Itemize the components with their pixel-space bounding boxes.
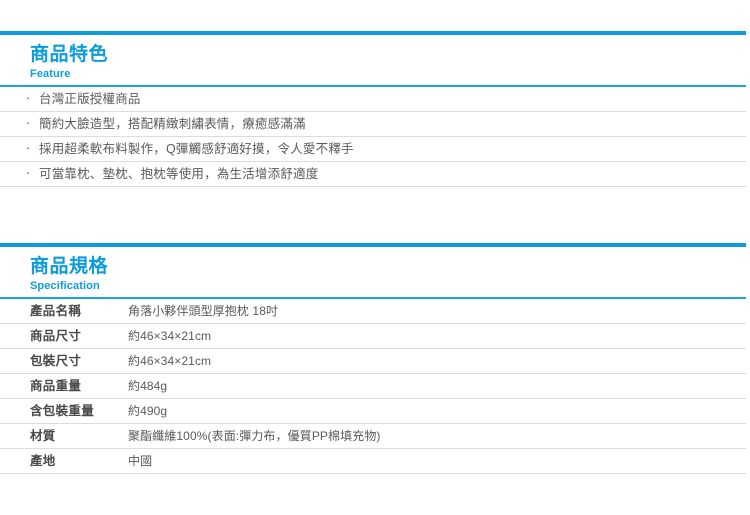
feature-section: 商品特色 Feature ‧ 台灣正版授權商品 ‧ 簡約大臉造型，搭配精緻刺繡表…: [0, 31, 750, 187]
list-item: ‧ 台灣正版授權商品: [0, 87, 746, 112]
feature-title-english: Feature: [30, 68, 71, 80]
list-item: ‧ 採用超柔軟布料製作，Q彈觸感舒適好摸，令人愛不釋手: [0, 137, 746, 162]
spec-value: 約490g: [128, 404, 168, 418]
spec-label: 產地: [30, 453, 56, 468]
list-item: ‧ 可當靠枕、墊枕、抱枕等使用，為生活增添舒適度: [0, 162, 746, 187]
table-row: 產地 中國: [0, 449, 746, 474]
feature-title-chinese: 商品特色: [30, 44, 109, 65]
feature-text: 簡約大臉造型，搭配精緻刺繡表情，療癒感滿滿: [39, 116, 306, 131]
table-row: 含包裝重量 約490g: [0, 399, 746, 424]
specification-section: 商品規格 Specification 產品名稱 角落小夥伴頭型厚抱枕 18吋 商…: [0, 243, 750, 474]
table-row: 產品名稱 角落小夥伴頭型厚抱枕 18吋: [0, 299, 746, 324]
spec-value: 聚酯纖維100%(表面:彈力布，優質PP棉填充物): [128, 429, 381, 443]
spec-label: 商品尺寸: [30, 328, 82, 343]
spec-value: 中國: [128, 454, 153, 468]
specification-table: 產品名稱 角落小夥伴頭型厚抱枕 18吋 商品尺寸 約46×34×21cm 包裝尺…: [0, 299, 750, 474]
spec-label: 材質: [30, 428, 56, 443]
spec-value: 約46×34×21cm: [128, 329, 212, 343]
table-row: 商品尺寸 約46×34×21cm: [0, 324, 746, 349]
list-item: ‧ 簡約大臉造型，搭配精緻刺繡表情，療癒感滿滿: [0, 112, 746, 137]
spec-value: 約46×34×21cm: [128, 354, 212, 368]
table-row: 材質 聚酯纖維100%(表面:彈力布，優質PP棉填充物): [0, 424, 746, 449]
product-detail-page: 商品特色 Feature ‧ 台灣正版授權商品 ‧ 簡約大臉造型，搭配精緻刺繡表…: [0, 0, 750, 515]
feature-section-heading: 商品特色 Feature: [0, 35, 750, 85]
bullet-icon: ‧: [26, 117, 30, 131]
table-row: 商品重量 約484g: [0, 374, 746, 399]
spec-label: 產品名稱: [30, 303, 82, 318]
spec-value: 角落小夥伴頭型厚抱枕 18吋: [128, 304, 279, 318]
spec-value: 約484g: [128, 379, 168, 393]
feature-list: ‧ 台灣正版授權商品 ‧ 簡約大臉造型，搭配精緻刺繡表情，療癒感滿滿 ‧ 採用超…: [0, 87, 750, 187]
bullet-icon: ‧: [26, 92, 30, 106]
feature-text: 採用超柔軟布料製作，Q彈觸感舒適好摸，令人愛不釋手: [39, 141, 354, 156]
table-row: 包裝尺寸 約46×34×21cm: [0, 349, 746, 374]
spec-section-heading: 商品規格 Specification: [0, 247, 750, 297]
bullet-icon: ‧: [26, 142, 30, 156]
spec-title-chinese: 商品規格: [30, 256, 109, 277]
spec-label: 含包裝重量: [30, 403, 95, 418]
feature-text: 可當靠枕、墊枕、抱枕等使用，為生活增添舒適度: [39, 166, 319, 181]
spec-label: 包裝尺寸: [30, 353, 82, 368]
bullet-icon: ‧: [26, 167, 30, 181]
feature-text: 台灣正版授權商品: [39, 91, 141, 106]
spec-title-english: Specification: [30, 280, 100, 292]
spec-label: 商品重量: [30, 378, 82, 393]
